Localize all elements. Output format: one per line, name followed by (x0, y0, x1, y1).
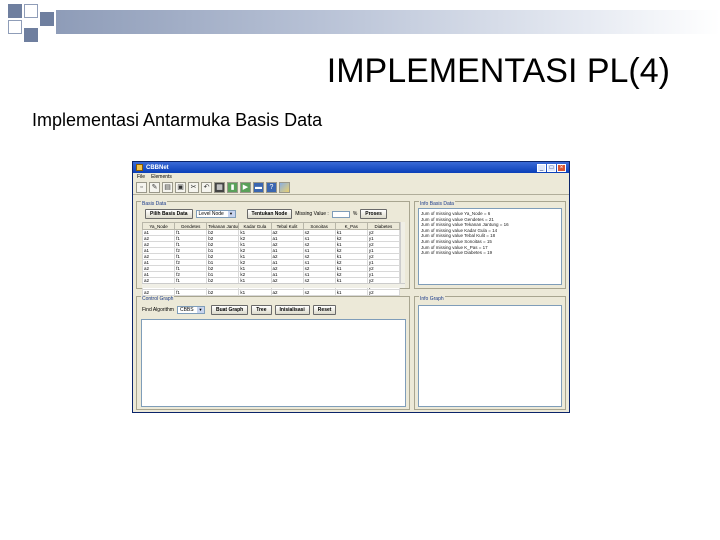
column-header[interactable]: Tekanan Jantung (206, 222, 240, 230)
menu-bar: File Elements (133, 173, 569, 181)
app-icon (136, 164, 143, 171)
basis-data-label: Basis Data (141, 201, 168, 207)
window-titlebar[interactable]: CBBNet _ □ × (133, 162, 569, 173)
missing-value-label: Missing Value : (295, 211, 329, 217)
table-header-row: Ya_NodeGendetesTekanan JantungKadar Gula… (141, 222, 401, 230)
table-cell[interactable]: a2 (270, 289, 304, 296)
basis-data-panel: Basis Data Pilih Basis Data Level Node ▼… (136, 201, 410, 296)
save-icon[interactable]: ▣ (175, 182, 186, 193)
table-cell[interactable]: k1 (238, 289, 272, 296)
reset-button[interactable]: Reset (312, 305, 337, 315)
column-header[interactable]: Diabetes (366, 222, 401, 230)
level-node-combo[interactable]: Level Node ▼ (195, 210, 236, 218)
graph-output-area[interactable] (141, 319, 406, 407)
find-algorithm-label: Find Algorithm (142, 307, 174, 313)
column-header[interactable]: K_Pas (334, 222, 368, 230)
decoration-square (24, 28, 38, 42)
tree-button[interactable]: Tree (251, 305, 272, 315)
info-basis-data-label: Info Basis Data (419, 201, 455, 207)
buat-graph-button[interactable]: Buat Graph (210, 305, 249, 315)
decoration-square (8, 20, 22, 34)
window-title: CBBNet (146, 164, 169, 171)
column-header[interactable]: Gendetes (174, 222, 208, 230)
info-graph-label: Info Graph (419, 296, 445, 302)
export-icon[interactable]: ▮ (227, 182, 238, 193)
new-icon[interactable]: ▫ (136, 182, 147, 193)
table-cell[interactable]: y2 (366, 289, 401, 296)
decoration-square (24, 4, 38, 18)
control-graph-panel: Control Graph Find Algorithm CBBS ▼ Buat… (136, 296, 410, 410)
help-icon[interactable]: ? (266, 182, 277, 193)
open-icon[interactable]: ▤ (162, 182, 173, 193)
missing-value-input[interactable] (331, 210, 350, 218)
menu-elements[interactable]: Elements (151, 174, 172, 180)
info-basis-data-text[interactable]: Jum of missing value Ya_Node = 6 Jum of m… (418, 208, 562, 285)
minimize-icon[interactable]: _ (537, 163, 546, 172)
decoration-square (40, 12, 54, 26)
column-header[interactable]: Kadar Gula (238, 222, 272, 230)
control-graph-label: Control Graph (141, 296, 175, 302)
decoration-square (8, 4, 22, 18)
missing-value-unit: % (352, 211, 358, 217)
chevron-down-icon[interactable]: ▼ (196, 307, 204, 313)
chart-icon[interactable]: ▬ (253, 182, 264, 193)
edit-icon[interactable]: ✎ (149, 182, 160, 193)
algorithm-combo-value: CBBS (179, 307, 194, 313)
info-basis-data-panel: Info Basis Data Jum of missing value Ya_… (414, 201, 566, 289)
slide-subtitle: Implementasi Antarmuka Basis Data (32, 110, 323, 130)
image-icon[interactable] (279, 182, 290, 193)
chevron-down-icon[interactable]: ▼ (227, 211, 235, 217)
info-graph-panel: Info Graph (414, 296, 566, 410)
table-row[interactable]: a2 f1 b2 k1 a2 s2 k1 y2 (141, 289, 401, 296)
column-header[interactable]: Tebal Kulit (270, 222, 304, 230)
inisialisasi-button[interactable]: Inisialisasi (274, 305, 310, 315)
toolbar: ▫ ✎ ▤ ▣ ✂ ↶ ▦ ▮ ▶ ▬ ? (133, 181, 569, 195)
table-cell[interactable]: a2 (141, 289, 176, 296)
pilih-basis-data-button[interactable]: Pilih Basis Data (145, 209, 193, 219)
column-header[interactable]: Sonoitas (302, 222, 336, 230)
table-cell[interactable]: s2 (302, 289, 336, 296)
slide-title: IMPLEMENTASI PL(4) (326, 52, 670, 90)
title-decoration-band (56, 10, 720, 34)
play-icon[interactable]: ▶ (240, 182, 251, 193)
maximize-icon[interactable]: □ (547, 163, 556, 172)
control-graph-controls: Find Algorithm CBBS ▼ Buat Graph Tree In… (142, 305, 337, 315)
table-cell[interactable]: b2 (206, 289, 240, 296)
level-node-combo-value: Level Node (198, 211, 224, 217)
table-cell[interactable]: k1 (334, 289, 368, 296)
column-header[interactable]: Ya_Node (141, 222, 176, 230)
undo-icon[interactable]: ↶ (201, 182, 212, 193)
menu-file[interactable]: File (137, 174, 145, 180)
table-cell[interactable]: f1 (174, 289, 208, 296)
table-horizontal-scrollbar[interactable] (142, 283, 405, 288)
tentukan-node-button[interactable]: Tentukan Node (246, 209, 293, 219)
info-graph-text[interactable] (418, 305, 562, 407)
close-icon[interactable]: × (557, 163, 566, 172)
basis-data-controls: Pilih Basis Data Level Node ▼ Tentukan N… (145, 209, 387, 219)
cut-icon[interactable]: ✂ (188, 182, 199, 193)
proses-button[interactable]: Proses (360, 209, 387, 219)
info-line: Jum of missing value Diabetes = 19 (421, 250, 493, 256)
app-window: CBBNet _ □ × File Elements ▫ ✎ ▤ ▣ ✂ ↶ ▦… (132, 161, 570, 413)
table-vertical-scrollbar[interactable] (400, 222, 405, 284)
algorithm-combo[interactable]: CBBS ▼ (176, 306, 205, 314)
grid-icon[interactable]: ▦ (214, 182, 225, 193)
info-lines: Jum of missing value Ya_Node = 6 Jum of m… (419, 211, 561, 256)
